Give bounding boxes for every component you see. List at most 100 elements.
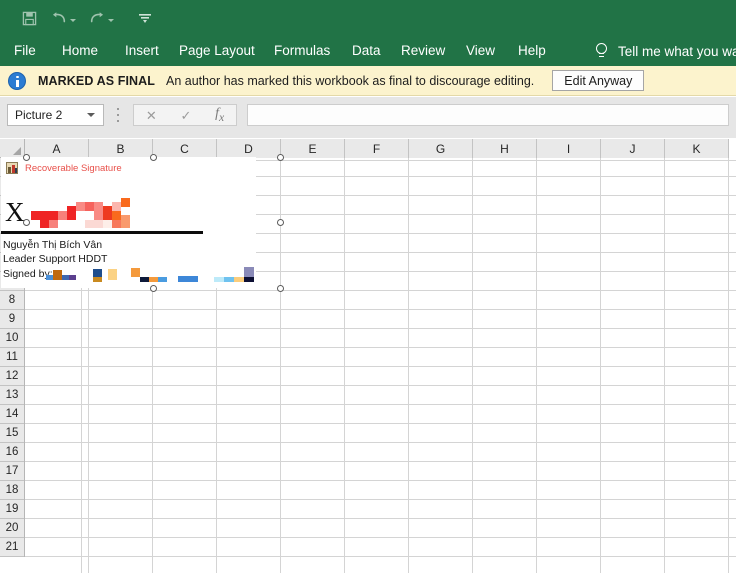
column-header-K[interactable]: K [665,139,729,158]
signature-block [40,211,49,220]
save-button[interactable] [14,7,44,29]
name-box-value: Picture 2 [15,108,87,122]
ribbon-tab-formulas[interactable]: Formulas [274,36,330,66]
signature-footer-block [244,277,254,282]
ribbon-tab-view[interactable]: View [466,36,495,66]
signature-footer-block [149,277,158,282]
signature-block [94,202,103,220]
signature-block [49,211,58,220]
signature-footer-block [224,277,234,282]
marked-as-final-message-bar: MARKED AS FINAL An author has marked thi… [0,66,736,96]
message-bar-description: An author has marked this workbook as fi… [166,74,534,88]
signature-block [121,215,130,228]
undo-dropdown-caret-icon[interactable] [70,19,76,22]
signature-block [67,206,76,220]
recoverable-signature-label: Recoverable Signature [25,163,122,174]
name-box[interactable]: Picture 2 [7,104,104,126]
signature-footer-block [93,269,102,277]
cancel-x-icon[interactable]: ✕ [146,109,157,122]
recoverable-signature-icon [6,162,18,174]
signature-block [94,220,103,228]
column-headers: ABCDEFGHIJK [25,139,729,158]
signature-block [112,211,121,220]
formula-bar-actions: ✕ ✓ fx [133,104,237,126]
edit-anyway-button[interactable]: Edit Anyway [552,70,644,91]
signature-block [112,202,121,211]
signature-picture[interactable]: Recoverable Signature X Nguyễn Thị Bích … [1,157,256,288]
ribbon-tab-file[interactable]: File [14,36,36,66]
ribbon-tab-data[interactable]: Data [352,36,381,66]
insert-function-fx-icon[interactable]: fx [215,107,224,123]
signature-block [112,220,121,228]
column-header-G[interactable]: G [409,139,473,158]
column-header-B[interactable]: B [89,139,153,158]
selection-handle[interactable] [23,154,30,161]
row-header-14[interactable]: 14 [0,405,24,424]
row-header-18[interactable]: 18 [0,481,24,500]
worksheet-grid: ABCDEFGHIJK 1234567891011121314151617181… [0,139,736,573]
signature-footer-block [131,268,140,277]
recoverable-signature-badge[interactable]: Recoverable Signature [6,162,122,174]
row-header-12[interactable]: 12 [0,367,24,386]
signature-block [76,202,85,211]
ribbon-tab-review[interactable]: Review [401,36,445,66]
selection-handle[interactable] [277,219,284,226]
column-header-I[interactable]: I [537,139,601,158]
signature-block [121,198,130,207]
ribbon-tab-home[interactable]: Home [62,36,98,66]
column-header-C[interactable]: C [153,139,217,158]
signer-title: Leader Support HDDT [3,253,107,265]
tell-me-placeholder: Tell me what you want to [618,44,736,59]
row-header-13[interactable]: 13 [0,386,24,405]
redo-dropdown-caret-icon[interactable] [108,19,114,22]
signature-footer-block [158,277,167,282]
enter-check-icon[interactable]: ✓ [180,109,191,122]
row-header-8[interactable]: 8 [0,291,24,310]
undo-button[interactable] [44,7,82,29]
row-header-16[interactable]: 16 [0,443,24,462]
row-header-19[interactable]: 19 [0,500,24,519]
signature-stroke-blocks [31,196,141,226]
signature-footer-block [93,277,102,282]
customize-qat-button[interactable] [130,7,160,29]
undo-icon [51,11,67,25]
row-header-11[interactable]: 11 [0,348,24,367]
selection-handle[interactable] [277,154,284,161]
ribbon-tab-help[interactable]: Help [518,36,546,66]
formula-input[interactable] [247,104,729,126]
redo-button[interactable] [82,7,120,29]
ribbon-tab-page-layout[interactable]: Page Layout [179,36,255,66]
selection-handle[interactable] [23,219,30,226]
signature-block [40,220,49,228]
signature-footer-block [108,269,117,280]
row-header-20[interactable]: 20 [0,519,24,538]
row-header-9[interactable]: 9 [0,310,24,329]
signature-rule-line [1,231,203,234]
selection-handle[interactable] [150,285,157,292]
chevron-down-icon[interactable] [87,113,95,117]
column-header-F[interactable]: F [345,139,409,158]
row-header-10[interactable]: 10 [0,329,24,348]
signature-block [31,211,40,220]
formula-bar-grip [117,108,120,122]
column-header-E[interactable]: E [281,139,345,158]
row-header-15[interactable]: 15 [0,424,24,443]
selection-handle[interactable] [150,154,157,161]
ribbon-tab-insert[interactable]: Insert [125,36,159,66]
selection-handle[interactable] [277,285,284,292]
signature-footer-block [140,277,149,282]
select-all-button[interactable] [0,139,25,158]
column-header-D[interactable]: D [217,139,281,158]
row-header-17[interactable]: 17 [0,462,24,481]
lightbulb-icon [595,43,609,60]
tell-me-box[interactable]: Tell me what you want to [595,36,736,66]
save-icon [22,11,37,26]
info-icon [8,72,26,90]
column-header-H[interactable]: H [473,139,537,158]
column-header-J[interactable]: J [601,139,665,158]
row-header-21[interactable]: 21 [0,538,24,557]
ribbon-tab-strip: File Home Insert Page Layout Formulas Data Rev… [0,36,736,66]
signer-name: Nguyễn Thị Bích Vân [3,239,102,251]
signature-block [76,211,94,220]
column-header-A[interactable]: A [25,139,89,158]
